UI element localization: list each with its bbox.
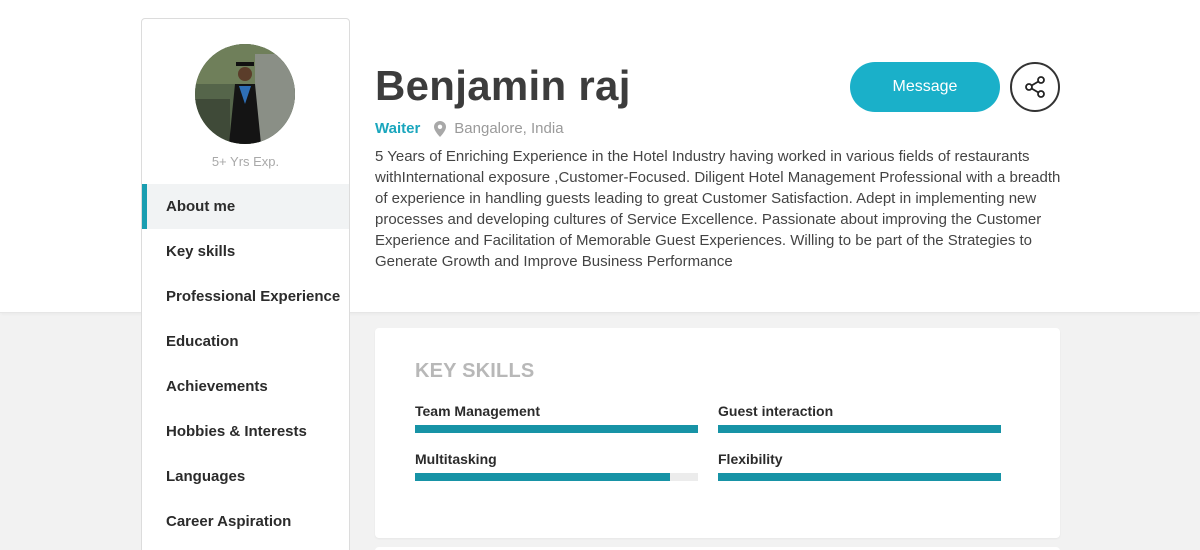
key-skills-card: KEY SKILLS Team Management Guest interac…: [375, 328, 1060, 538]
share-button[interactable]: [1010, 62, 1060, 112]
avatar-photo: [195, 44, 295, 144]
location-pin-icon: [434, 120, 447, 137]
skill-bar: [718, 425, 1001, 433]
share-icon: [1025, 76, 1045, 98]
skill-bar-fill: [718, 425, 1001, 433]
skill-name: Guest interaction: [718, 403, 834, 419]
sidebar-item-key-skills[interactable]: Key skills: [142, 229, 349, 274]
sidebar-item-languages[interactable]: Languages: [142, 454, 349, 499]
skill-name: Multitasking: [415, 451, 497, 467]
sidebar-item-career-aspiration[interactable]: Career Aspiration: [142, 499, 349, 544]
skill-item: Guest interaction: [718, 403, 1001, 433]
skill-bar-fill: [718, 473, 1001, 481]
skill-bar-fill: [415, 473, 670, 481]
avatar: [195, 44, 295, 144]
skill-bar: [415, 473, 698, 481]
key-skills-title: KEY SKILLS: [415, 360, 535, 382]
skill-item: Multitasking: [415, 451, 698, 481]
skill-item: Team Management: [415, 403, 698, 433]
skill-bar: [415, 425, 698, 433]
experience-label: 5+ Yrs Exp.: [211, 154, 280, 169]
sidebar-item-about-me[interactable]: About me: [142, 184, 349, 229]
sidebar-item-hobbies-interests[interactable]: Hobbies & Interests: [142, 409, 349, 454]
skill-name: Team Management: [415, 403, 540, 419]
sidebar-item-education[interactable]: Education: [142, 319, 349, 364]
sidebar-item-achievements[interactable]: Achievements: [142, 364, 349, 409]
profile-location: Bangalore, India: [454, 120, 564, 137]
profile-sidebar: 5+ Yrs Exp. About me Key skills Professi…: [141, 18, 350, 550]
skill-name: Flexibility: [718, 451, 783, 467]
profile-role: Waiter: [375, 120, 421, 137]
skill-bar-fill: [415, 425, 698, 433]
profile-name: Benjamin raj: [375, 62, 631, 109]
sidebar-nav: About me Key skills Professional Experie…: [142, 184, 349, 544]
about-text: 5 Years of Enriching Experience in the H…: [375, 148, 1061, 270]
profile-meta: Waiter Bangalore, India: [375, 120, 564, 137]
skill-item: Flexibility: [718, 451, 1001, 481]
message-button[interactable]: Message: [850, 62, 1000, 112]
sidebar-item-professional-experience[interactable]: Professional Experience: [142, 274, 349, 319]
skill-bar: [718, 473, 1001, 481]
